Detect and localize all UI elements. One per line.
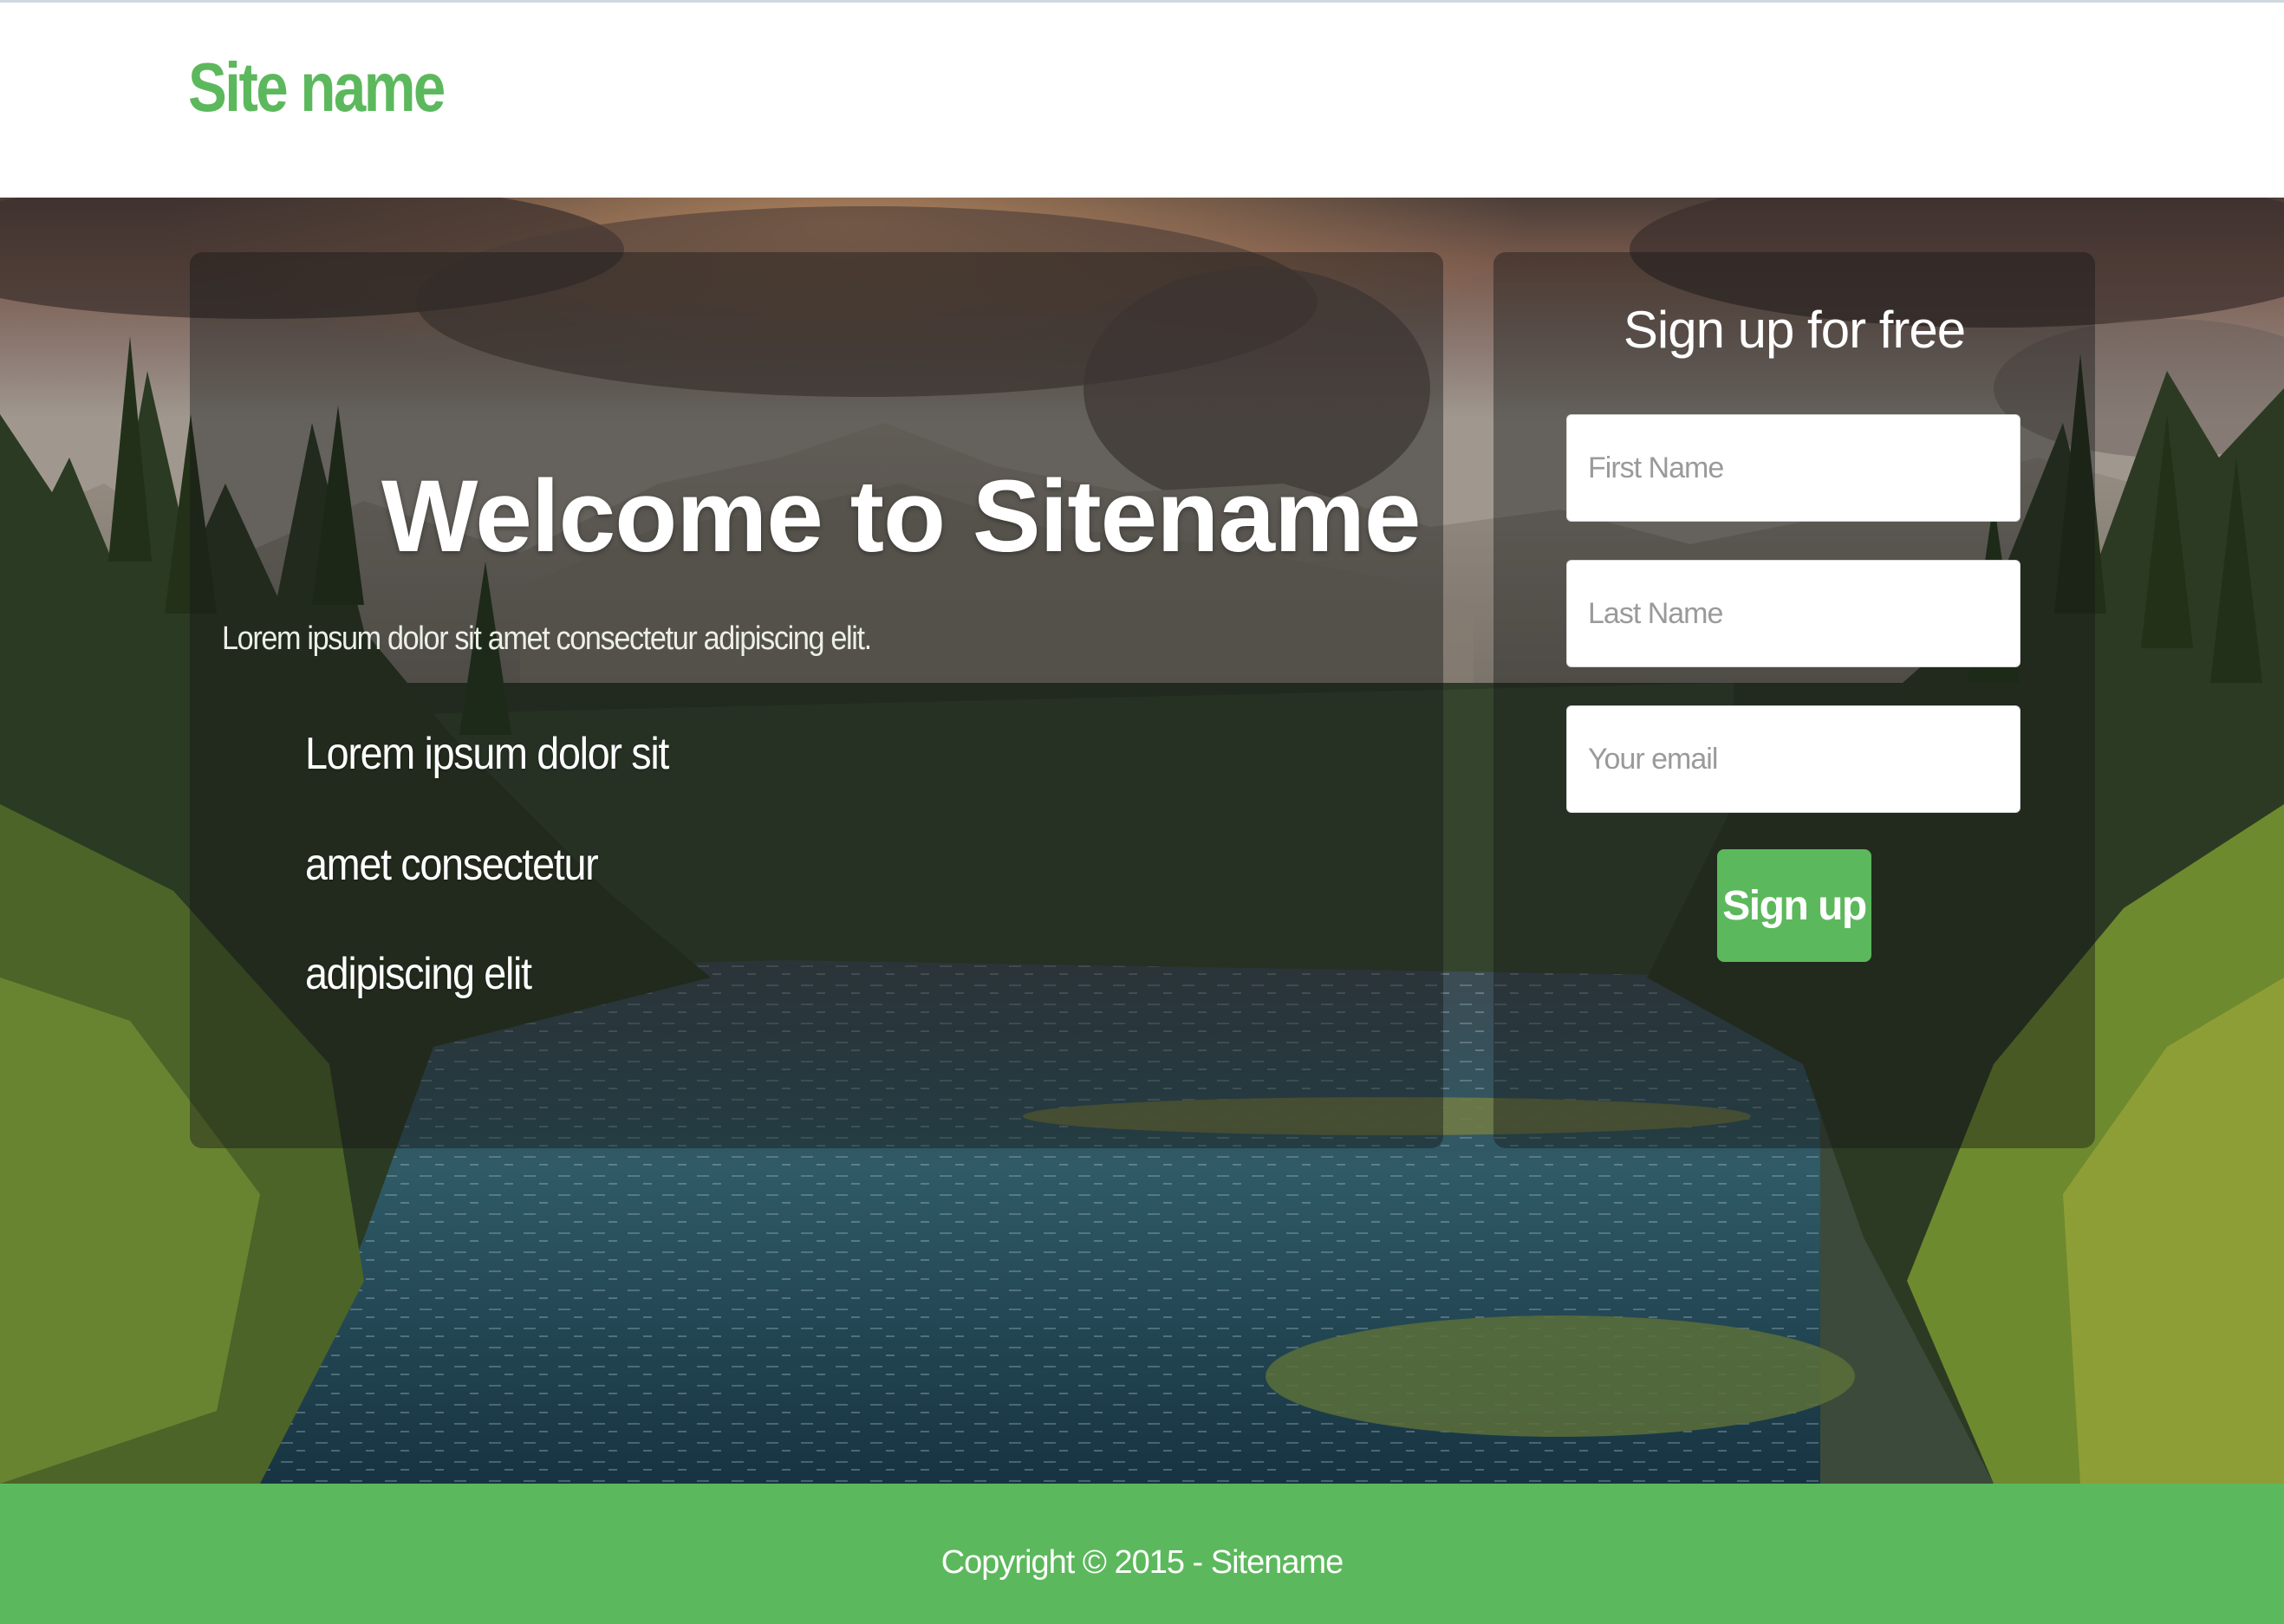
feature-line-2: amet consectetur [305,840,599,890]
signup-heading: Sign up for free [1623,301,1966,359]
lead-text: Lorem ipsum dolor sit amet consectetur a… [222,620,872,657]
signup-button[interactable]: Sign up [1717,849,1871,962]
welcome-heading: Welcome to Sitename [381,459,1422,574]
feature-line-1: Lorem ipsum dolor sit [305,729,669,779]
email-field[interactable] [1566,705,2020,813]
last-name-field[interactable] [1566,560,2020,667]
site-logo-text[interactable]: Site name [188,48,446,127]
first-name-field[interactable] [1566,414,2020,522]
welcome-panel [190,252,1443,1148]
site-footer: Copyright © 2015 - Sitename [0,1484,2284,1624]
signup-panel [1493,252,2095,1148]
feature-line-3: adipiscing elit [305,949,532,999]
site-header: Site name [0,3,2284,198]
copyright-text: Copyright © 2015 - Sitename [940,1544,1344,1581]
